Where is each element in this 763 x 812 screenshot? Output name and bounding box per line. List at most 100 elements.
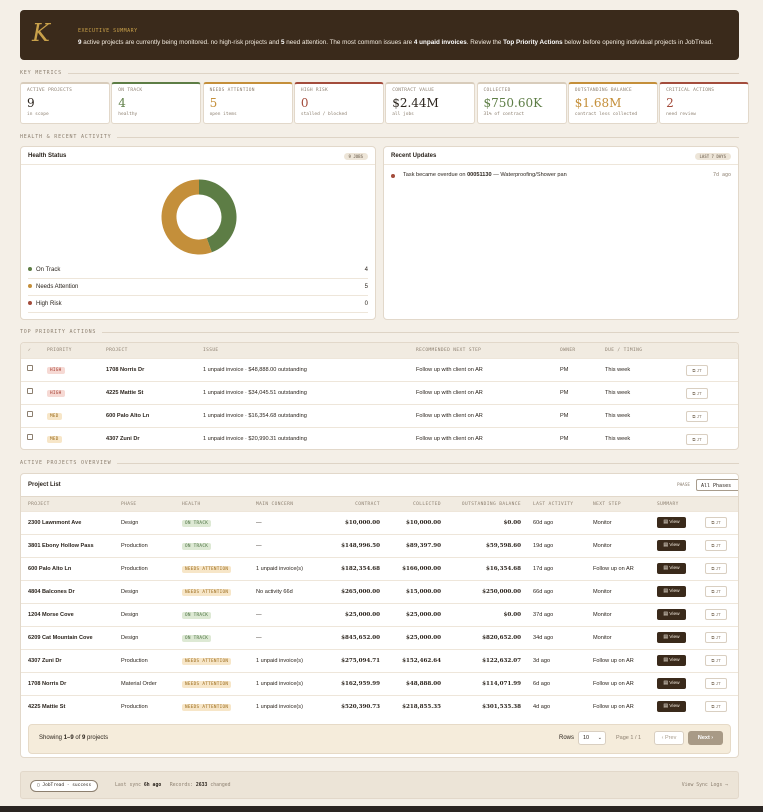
metric-value: 0	[300, 96, 309, 110]
main-concern: 1 unpaid invoice(s)	[256, 658, 303, 664]
projects-col-header: HEALTH	[182, 502, 201, 507]
last-activity: 37d ago	[533, 612, 554, 618]
view-summary-button[interactable]: ▤ View	[657, 701, 686, 712]
next-step: Monitor	[593, 635, 612, 641]
projects-col-header: COLLECTED	[413, 502, 441, 507]
projects-col-header: PHASE	[121, 502, 137, 507]
priority-row: MED 4307 Zuni Dr 1 unpaid invoice · $20,99…	[21, 427, 738, 449]
metric-label: ON TRACK	[118, 88, 143, 93]
project-name: 1204 Morse Cove	[28, 612, 74, 618]
projects-col-header: OUTSTANDING BALANCE	[461, 502, 521, 507]
health-badge: ON TRACK	[182, 635, 212, 642]
view-summary-button[interactable]: ▤ View	[657, 540, 686, 551]
executive-summary-label: EXECUTIVE SUMMARY	[78, 28, 138, 34]
chevron-down-icon: ⌄	[597, 735, 602, 741]
priority-checkbox[interactable]	[27, 365, 33, 371]
project-row: 3801 Ebony Hollow Pass Production ON TRACK…	[21, 534, 738, 557]
exec-text-part: active projects are currently being moni…	[81, 39, 282, 46]
sync-info: Last sync 6h ago Records: 2633 changed	[115, 783, 231, 788]
project-row: 4225 Mattie St Production NEEDS ATTENTION 1…	[21, 695, 738, 718]
open-in-jobtread-button[interactable]: ⧉ JT	[705, 655, 727, 666]
open-in-jobtread-button[interactable]: ⧉ JT	[705, 632, 727, 643]
prev-button[interactable]: ‹ Prev	[654, 731, 684, 745]
priority-checkbox[interactable]	[27, 434, 33, 440]
view-summary-button[interactable]: ▤ View	[657, 517, 686, 528]
phase-filter-select[interactable]: All Phases▼	[696, 479, 738, 491]
project-row: 4307 Zuni Dr Production NEEDS ATTENTION 1 u…	[21, 649, 738, 672]
metric-value: 5	[209, 96, 218, 110]
priority-checkbox[interactable]	[27, 411, 33, 417]
project-phase: Design	[121, 520, 139, 526]
view-summary-button[interactable]: ▤ View	[657, 632, 686, 643]
open-in-jobtread-button[interactable]: ⧉ JT	[686, 434, 708, 445]
priority-checkbox[interactable]	[27, 388, 33, 394]
priority-row: MED 600 Palo Alto Ln 1 unpaid invoice · $1…	[21, 404, 738, 427]
section-active-projects: ACTIVE PROJECTS OVERVIEW	[20, 460, 739, 468]
executive-summary: K EXECUTIVE SUMMARY 9 active projects ar…	[20, 10, 739, 60]
collected-value: $10,000.00	[405, 520, 441, 526]
priority-owner: PM	[560, 367, 569, 373]
open-in-jobtread-button[interactable]: ⧉ JT	[705, 678, 727, 689]
exec-text-part: Top Priority Actions	[503, 39, 563, 46]
legend-row: High Risk 0	[28, 296, 368, 313]
projects-col-header: NEXT STEP	[593, 502, 621, 507]
rows-per-page-select[interactable]: 10 ⌄	[578, 731, 606, 745]
project-row: 600 Palo Alto Ln Production NEEDS ATTENTIO…	[21, 557, 738, 580]
view-summary-button[interactable]: ▤ View	[657, 609, 686, 620]
view-summary-button[interactable]: ▤ View	[657, 655, 686, 666]
update-job: 00051130	[467, 172, 492, 178]
recent-updates-panel: Recent Updates LAST 7 DAYS Task became o…	[383, 146, 739, 320]
outstanding-value: $122,632.07	[482, 658, 521, 664]
open-in-jobtread-button[interactable]: ⧉ JT	[705, 701, 727, 712]
view-summary-button[interactable]: ▤ View	[657, 563, 686, 574]
next-button[interactable]: Next ›	[688, 731, 723, 745]
collected-value: $89,397.90	[405, 543, 441, 549]
open-in-jobtread-button[interactable]: ⧉ JT	[686, 388, 708, 399]
metric-card-5: COLLECTED $750.60K 31% of contract	[476, 82, 567, 124]
next-step: Follow up on AR	[593, 681, 634, 687]
metric-value: $1.68M	[574, 96, 622, 110]
project-phase: Production	[121, 704, 148, 710]
last-activity: 60d ago	[533, 520, 554, 526]
next-step: Monitor	[593, 543, 612, 549]
priority-owner: PM	[560, 413, 569, 419]
projects-col-header: LAST ACTIVITY	[533, 502, 574, 507]
priority-project: 4225 Mattie St	[106, 390, 144, 396]
open-in-jobtread-button[interactable]: ⧉ JT	[705, 517, 727, 528]
last-activity: 4d ago	[533, 704, 551, 710]
main-concern: 1 unpaid invoice(s)	[256, 566, 303, 572]
view-summary-button[interactable]: ▤ View	[657, 586, 686, 597]
open-in-jobtread-button[interactable]: ⧉ JT	[705, 609, 727, 620]
project-phase: Production	[121, 658, 148, 664]
update-dot	[391, 174, 395, 178]
open-in-jobtread-button[interactable]: ⧉ JT	[705, 586, 727, 597]
projects-col-header: CONTRACT	[355, 502, 380, 507]
donut-slice-needs-attention	[161, 179, 212, 255]
view-summary-button[interactable]: ▤ View	[657, 678, 686, 689]
priority-issue: 1 unpaid invoice · $34,045.51 outstandin…	[203, 390, 307, 396]
open-in-jobtread-button[interactable]: ⧉ JT	[705, 563, 727, 574]
legend-count: 0	[364, 301, 368, 307]
project-phase: Production	[121, 543, 148, 549]
open-in-jobtread-button[interactable]: ⧉ JT	[686, 365, 708, 376]
priority-badge: MED	[47, 413, 62, 420]
bottom-bar	[0, 806, 763, 812]
open-in-jobtread-button[interactable]: ⧉ JT	[686, 411, 708, 422]
donut-slice-on-track	[198, 179, 237, 253]
open-in-jobtread-button[interactable]: ⧉ JT	[705, 540, 727, 551]
pagination-bar: Showing 1–9 of 9 projects Rows 10 ⌄ Page …	[28, 724, 731, 754]
project-phase: Design	[121, 612, 139, 618]
page-indicator: Page 1 / 1	[616, 735, 642, 741]
section-health-activity: HEALTH & RECENT ACTIVITY	[20, 134, 739, 142]
priority-issue: 1 unpaid invoice · $20,990.31 outstandin…	[203, 436, 307, 442]
collected-value: $218,855.35	[402, 704, 441, 710]
exec-text-part: need attention. The most common issues a…	[284, 39, 414, 46]
priority-col-header: DUE / TIMING	[605, 348, 643, 353]
projects-panel: Project List PHASE All Phases▼ PROJECT PH…	[20, 473, 739, 758]
priority-due: This week	[605, 390, 631, 396]
projects-col-header: PROJECT	[28, 502, 50, 507]
update-item: Task became overdue on 00051130 — Waterp…	[403, 172, 567, 178]
view-sync-logs-link[interactable]: View Sync Logs →	[682, 783, 728, 788]
next-step: Monitor	[593, 520, 612, 526]
project-row: 2300 Lawnmont Ave Design ON TRACK — $10,000.…	[21, 511, 738, 534]
